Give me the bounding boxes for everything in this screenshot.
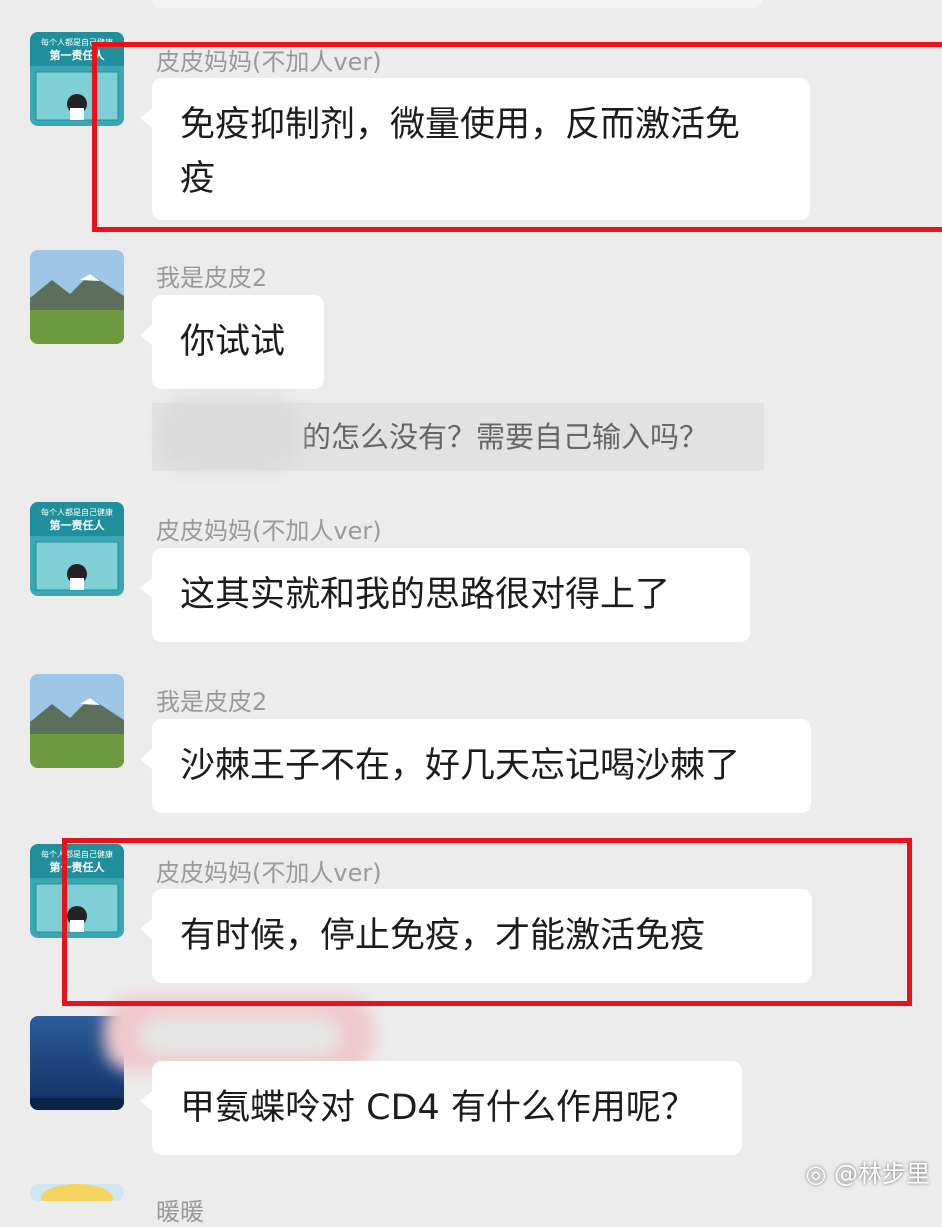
quoted-text: 的怎么没有？需要自己输入吗？	[302, 420, 709, 454]
avatar-pipi-2[interactable]	[30, 250, 124, 344]
avatar-pipi-2[interactable]	[30, 674, 124, 768]
message-line: 甲氨蝶呤对 CD4 有什么作用呢？	[180, 1088, 696, 1128]
message-bubble[interactable]: 甲氨蝶呤对 CD4 有什么作用呢？	[140, 1061, 742, 1155]
sender-name: 我是皮皮2	[156, 264, 268, 292]
message-line: 这其实就和我的思路很对得上了	[180, 575, 671, 615]
message-bubble[interactable]: 你试试	[140, 295, 324, 389]
avatar-banner-line2: 第一责任人	[50, 518, 106, 532]
avatar-pipi-mama[interactable]: 每个人都是自己健康 第一责任人	[30, 502, 124, 596]
highlight-box	[92, 42, 942, 232]
blurred-sender-name	[140, 1016, 340, 1056]
message-line: 你试试	[180, 322, 286, 362]
sender-name: 皮皮妈妈(不加人ver)	[156, 517, 382, 545]
blurred-quote-author	[160, 398, 300, 470]
message-bubble[interactable]: 这其实就和我的思路很对得上了	[140, 548, 750, 642]
weibo-icon: ◎	[805, 1160, 827, 1188]
weibo-watermark: ◎ @林步里	[805, 1154, 930, 1189]
previous-bubble-edge	[152, 0, 762, 8]
message-line: 沙棘王子不在，好几天忘记喝沙棘了	[180, 746, 741, 786]
sender-name: 暖暖	[156, 1198, 204, 1226]
message-bubble[interactable]: 沙棘王子不在，好几天忘记喝沙棘了	[140, 719, 811, 813]
avatar-banner-line1: 每个人都是自己健康	[41, 507, 113, 517]
avatar-cartoon[interactable]	[30, 1184, 124, 1201]
sender-name: 我是皮皮2	[156, 688, 268, 716]
highlight-box	[62, 838, 912, 1006]
watermark-text: @林步里	[834, 1160, 930, 1188]
